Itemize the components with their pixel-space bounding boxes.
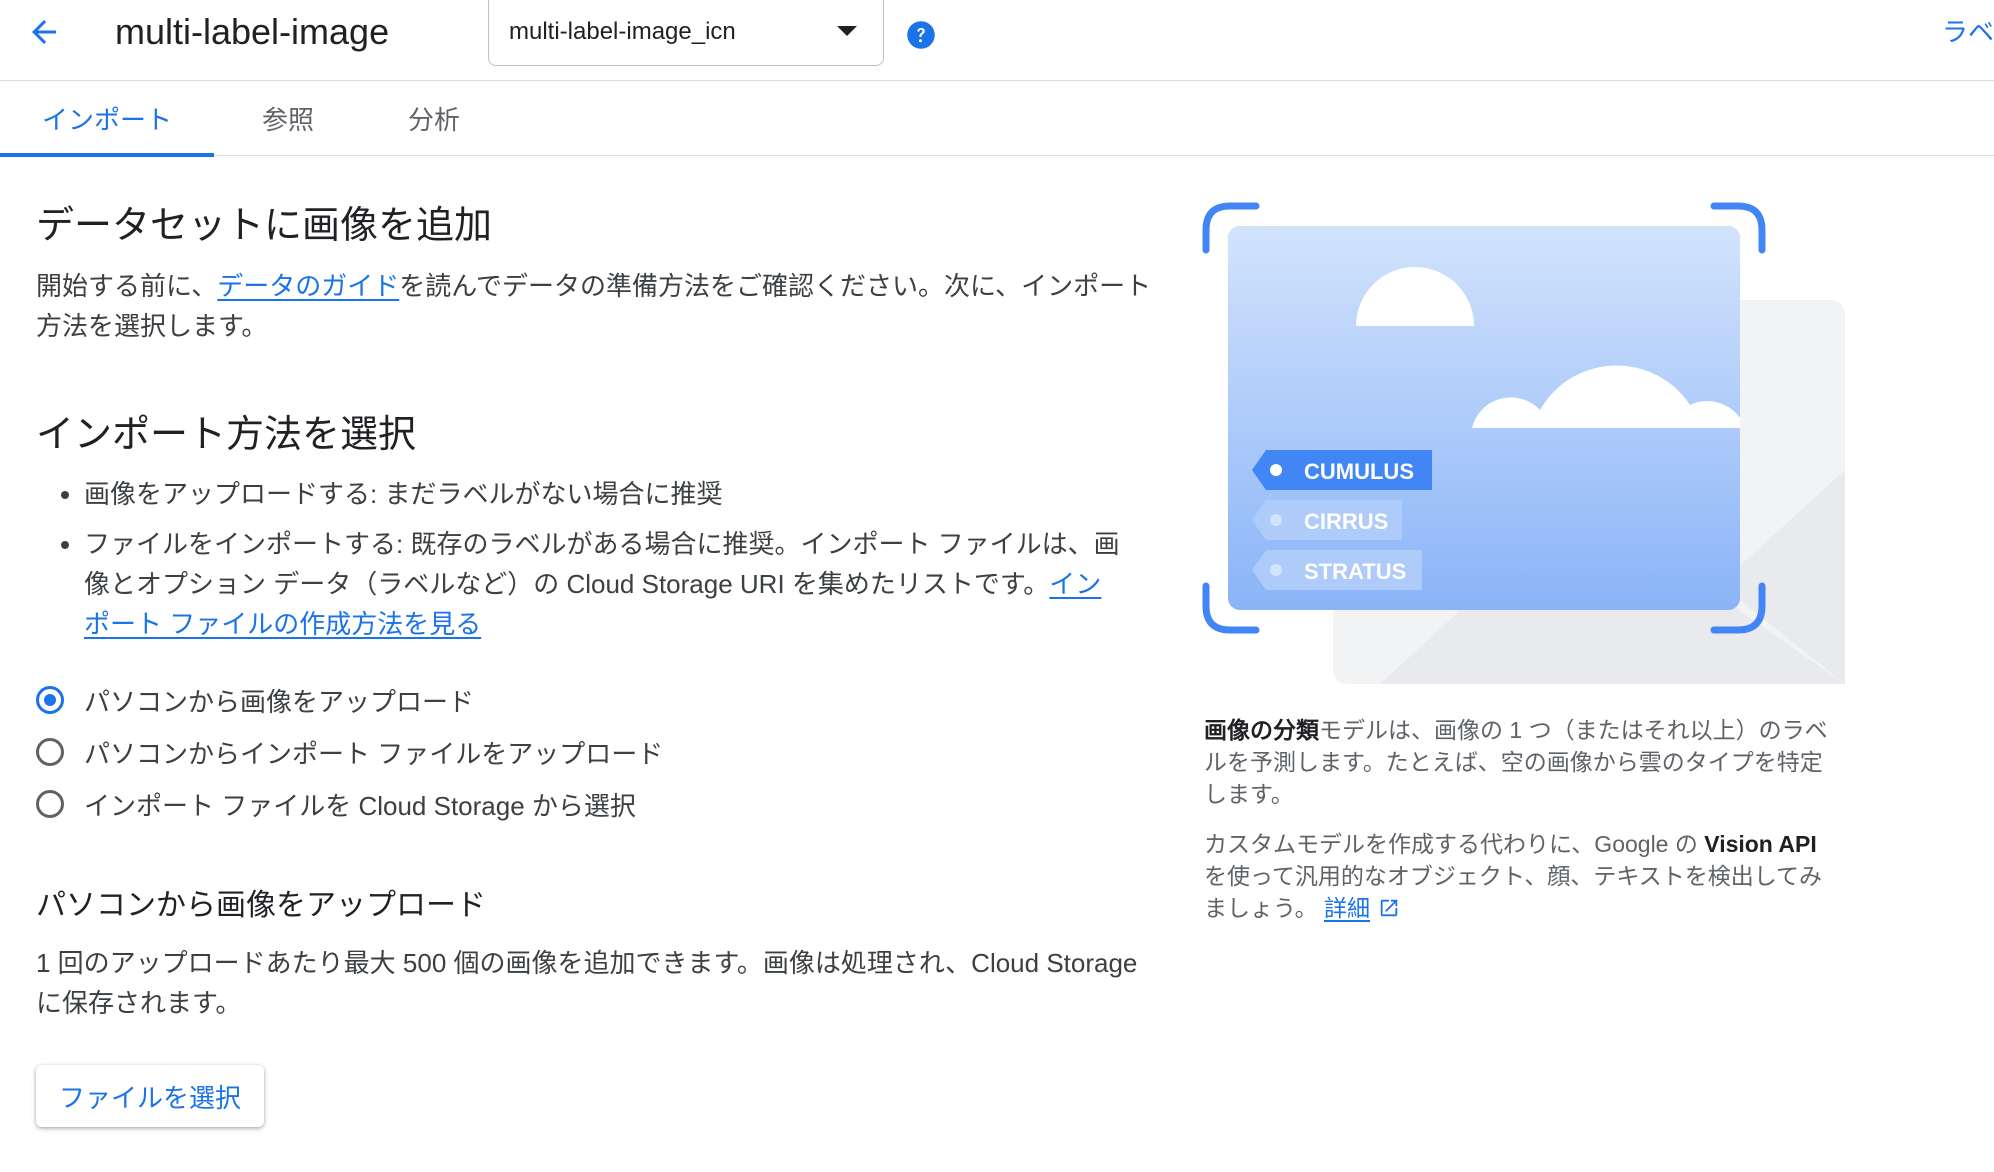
list-item: 画像をアップロードする: まだラベルがない場合に推奨: [84, 474, 1124, 514]
vision-note-after: を使って汎用的なオブジェクト、顔、テキストを検出してみましょう。: [1204, 863, 1823, 921]
import-method-heading: インポート方法を選択: [36, 414, 417, 456]
radio-unchecked-icon: [36, 738, 64, 766]
vision-api-note: カスタムモデルを作成する代わりに、Google の Vision API を使っ…: [1204, 828, 1844, 924]
radio-cloud-storage[interactable]: インポート ファイルを Cloud Storage から選択: [36, 784, 636, 824]
arrow-back-icon: [32, 20, 56, 44]
learn-more-label: 詳細: [1324, 895, 1371, 921]
radio-label: インポート ファイルを Cloud Storage から選択: [84, 790, 636, 821]
cloud-classification-illustration: CUMULUS CIRRUS STRATUS: [1202, 202, 1845, 684]
radio-label: パソコンからインポート ファイルをアップロード: [84, 738, 664, 769]
dataset-select-value: multi-label-image_icn: [509, 18, 736, 45]
tab-browse[interactable]: 参照: [238, 81, 338, 155]
select-files-button[interactable]: ファイルを選択: [36, 1065, 264, 1127]
svg-text:STRATUS: STRATUS: [1304, 559, 1406, 584]
add-images-intro: 開始する前に、データのガイドを読んでデータの準備方法をご確認ください。次に、イン…: [36, 266, 1166, 346]
learn-more-link[interactable]: 詳細: [1324, 895, 1400, 921]
help-icon[interactable]: [906, 20, 936, 50]
upload-description: 1 回のアップロードあたり最大 500 個の画像を追加できます。画像は処理され、…: [36, 948, 1138, 1018]
vision-note-before: カスタムモデルを作成する代わりに、Google の: [1204, 831, 1705, 857]
intro-text-before: 開始する前に、: [36, 271, 218, 301]
tab-bar: インポート 参照 分析: [0, 81, 1994, 157]
back-button[interactable]: [24, 12, 64, 52]
upload-heading: パソコンから画像をアップロード: [36, 889, 486, 922]
svg-text:CUMULUS: CUMULUS: [1304, 459, 1414, 484]
import-method-list: 画像をアップロードする: まだラベルがない場合に推奨 ファイルをインポートする:…: [36, 474, 1124, 654]
dataset-select[interactable]: multi-label-image_icn: [488, 0, 884, 66]
radio-unchecked-icon: [36, 790, 64, 818]
radio-upload-import-file[interactable]: パソコンからインポート ファイルをアップロード: [36, 732, 663, 772]
external-link-icon: [1380, 899, 1398, 917]
radio-checked-icon: [36, 686, 64, 714]
svg-text:CIRRUS: CIRRUS: [1304, 509, 1388, 534]
model-type-bold: 画像の分類: [1204, 717, 1319, 743]
radio-label: パソコンから画像をアップロード: [84, 686, 475, 717]
tag-cirrus: CIRRUS: [1252, 500, 1402, 540]
radio-upload-images[interactable]: パソコンから画像をアップロード: [36, 680, 474, 720]
list-item: ファイルをインポートする: 既存のラベルがある場合に推奨。インポート ファイルは…: [84, 524, 1124, 644]
bullet-upload-text: 画像をアップロードする: まだラベルがない場合に推奨: [84, 479, 723, 509]
caret-down-icon: [837, 26, 857, 36]
tag-stratus: STRATUS: [1252, 550, 1422, 590]
bullet-import-text: ファイルをインポートする: 既存のラベルがある場合に推奨。インポート ファイルは…: [84, 529, 1120, 599]
data-guide-link[interactable]: データのガイド: [217, 271, 399, 301]
tab-import[interactable]: インポート: [0, 81, 214, 157]
add-images-heading: データセットに画像を追加: [36, 205, 493, 247]
model-description: 画像の分類モデルは、画像の 1 つ（またはそれ以上）のラベルを予測します。たとえ…: [1204, 714, 1844, 810]
app-header: multi-label-image multi-label-image_icn …: [0, 0, 1994, 81]
top-right-link[interactable]: ラベ: [1942, 12, 1994, 49]
tag-cumulus: CUMULUS: [1252, 450, 1432, 490]
page-title: multi-label-image: [115, 11, 390, 52]
tab-analyze[interactable]: 分析: [384, 81, 484, 155]
vision-api-bold: Vision API: [1704, 831, 1817, 857]
